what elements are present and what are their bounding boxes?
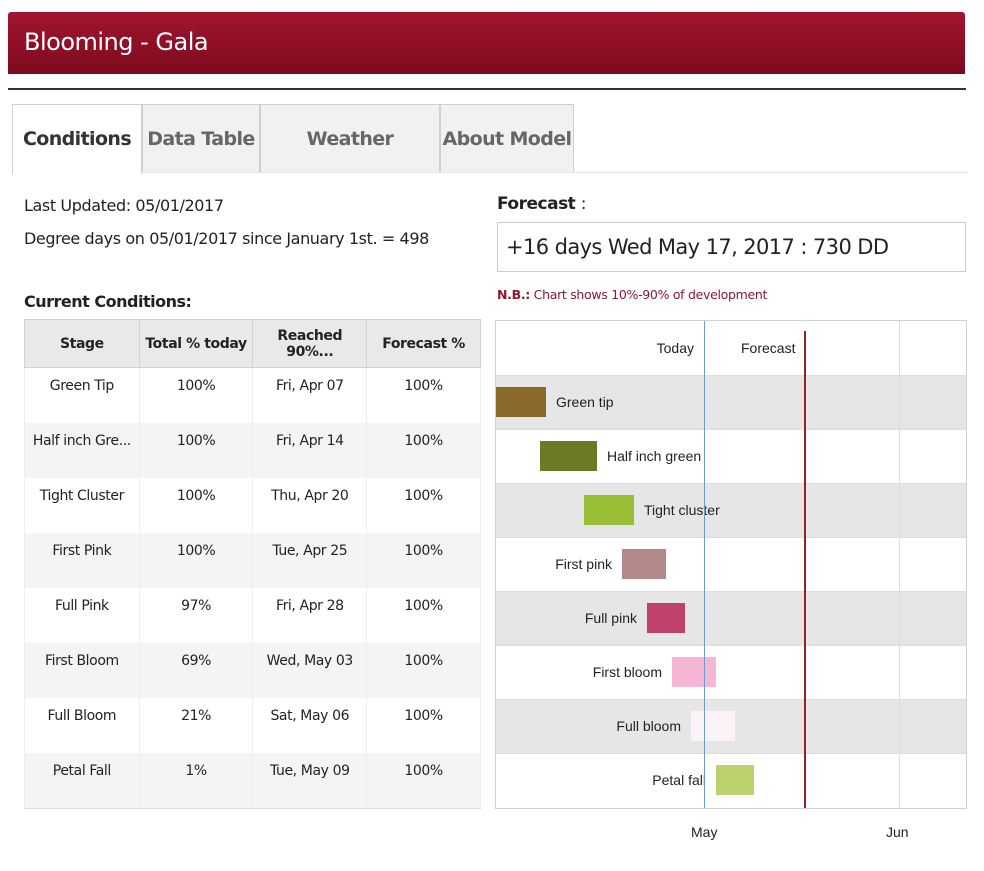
table-cell: Fri, Apr 07 (252, 367, 368, 423)
x-axis-tick-label: Jun (886, 824, 909, 840)
table-cell: 100% (366, 697, 481, 753)
tab-weather-forecast[interactable]: Weather Forecast (260, 104, 440, 218)
table-row: First Pink 100% Tue, Apr 25 100% (24, 532, 481, 588)
conditions-table: Stage Total % today Reached 90%... Forec… (24, 319, 481, 809)
chart-bar[interactable] (584, 495, 634, 525)
chart-bar-label: Full bloom (616, 718, 681, 734)
table-cell: Half inch Gre... (24, 422, 140, 478)
table-cell: Wed, May 03 (252, 642, 368, 698)
chart-bar[interactable] (540, 441, 597, 471)
forecast-marker-line (804, 331, 806, 808)
table-cell: 100% (138, 532, 254, 588)
table-cell: Petal Fall (24, 752, 140, 809)
chart-bar-label: Full pink (584, 610, 637, 626)
table-row: Tight Cluster 100% Thu, Apr 20 100% (24, 477, 481, 533)
header-divider (8, 88, 966, 90)
col-total-today[interactable]: Total % today (138, 319, 254, 368)
table-cell: Fri, Apr 28 (252, 587, 368, 643)
chart-bar-label: First bloom (592, 664, 662, 680)
last-updated: Last Updated: 05/01/2017 (24, 196, 224, 215)
table-cell: Sat, May 06 (252, 697, 368, 753)
forecast-marker-label: Forecast (741, 340, 796, 356)
table-cell: 100% (138, 477, 254, 533)
col-reached-90[interactable]: Reached 90%... (252, 319, 368, 368)
note-text: Chart shows 10%-90% of development (530, 287, 768, 302)
table-cell: 100% (366, 532, 481, 588)
table-row: Petal Fall 1% Tue, May 09 100% (24, 752, 481, 809)
chart-bar-label: Petal fall (652, 772, 706, 788)
today-marker-line (704, 321, 705, 808)
table-cell: 1% (138, 752, 254, 809)
table-cell: 100% (366, 587, 481, 643)
table-row: Green Tip 100% Fri, Apr 07 100% (24, 367, 481, 423)
col-stage[interactable]: Stage (24, 319, 140, 368)
table-cell: 100% (366, 477, 481, 533)
development-chart: Green tip Half inch green Tight cluster Fir… (495, 320, 967, 809)
table-header-row: Stage Total % today Reached 90%... Forec… (24, 319, 481, 368)
table-cell: Green Tip (24, 367, 140, 423)
table-row: Full Bloom 21% Sat, May 06 100% (24, 697, 481, 753)
chart-gridline (899, 321, 900, 808)
table-cell: First Pink (24, 532, 140, 588)
chart-bar[interactable] (672, 657, 716, 687)
table-row: Full Pink 97% Fri, Apr 28 100% (24, 587, 481, 643)
chart-bar[interactable] (691, 711, 735, 741)
table-cell: 100% (366, 422, 481, 478)
table-cell: First Bloom (24, 642, 140, 698)
chart-bar[interactable] (716, 765, 754, 795)
note-prefix: N.B.: (497, 287, 530, 302)
chart-bar-label: Green tip (556, 394, 614, 410)
table-cell: 100% (366, 642, 481, 698)
table-cell: 21% (138, 697, 254, 753)
title-bar: Blooming - Gala (8, 12, 965, 74)
table-cell: Tight Cluster (24, 477, 140, 533)
chart-note: N.B.: Chart shows 10%-90% of development (497, 287, 767, 302)
forecast-value-box: +16 days Wed May 17, 2017 : 730 DD (497, 222, 966, 272)
table-row: First Bloom 69% Wed, May 03 100% (24, 642, 481, 698)
forecast-label: Forecast : (497, 194, 586, 214)
chart-bar[interactable] (496, 387, 546, 417)
col-forecast-pct[interactable]: Forecast % (366, 319, 481, 368)
app-title: Blooming - Gala (24, 28, 209, 56)
chart-bar[interactable] (647, 603, 685, 633)
chart-bar-label: Half inch green (607, 448, 702, 464)
table-cell: Full Bloom (24, 697, 140, 753)
x-axis-tick-label: May (691, 824, 718, 840)
tab-data-table[interactable]: Data Table (142, 104, 260, 172)
table-cell: 100% (138, 367, 254, 423)
chart-row-band (496, 591, 966, 645)
table-row: Half inch Gre... 100% Fri, Apr 14 100% (24, 422, 481, 478)
table-cell: Tue, May 09 (252, 752, 368, 809)
degree-days: Degree days on 05/01/2017 since January … (24, 229, 429, 248)
tab-conditions[interactable]: Conditions (12, 104, 142, 174)
table-cell: 100% (366, 367, 481, 423)
current-conditions-heading: Current Conditions: (24, 292, 192, 311)
table-cell: Tue, Apr 25 (252, 532, 368, 588)
table-cell: Full Pink (24, 587, 140, 643)
forecast-colon: : (580, 194, 587, 214)
chart-row-band (496, 645, 966, 699)
chart-row-band (496, 483, 966, 537)
table-cell: Thu, Apr 20 (252, 477, 368, 533)
chart-bar-label: First pink (555, 556, 612, 572)
tab-about-model[interactable]: About Model (440, 104, 574, 172)
table-cell: 100% (366, 752, 481, 809)
table-cell: 100% (138, 422, 254, 478)
chart-bar-label: Tight cluster (644, 502, 720, 518)
table-cell: 69% (138, 642, 254, 698)
chart-bar[interactable] (622, 549, 666, 579)
today-marker-label: Today (656, 340, 694, 356)
table-cell: Fri, Apr 14 (252, 422, 368, 478)
table-cell: 97% (138, 587, 254, 643)
forecast-label-text: Forecast (497, 194, 576, 214)
